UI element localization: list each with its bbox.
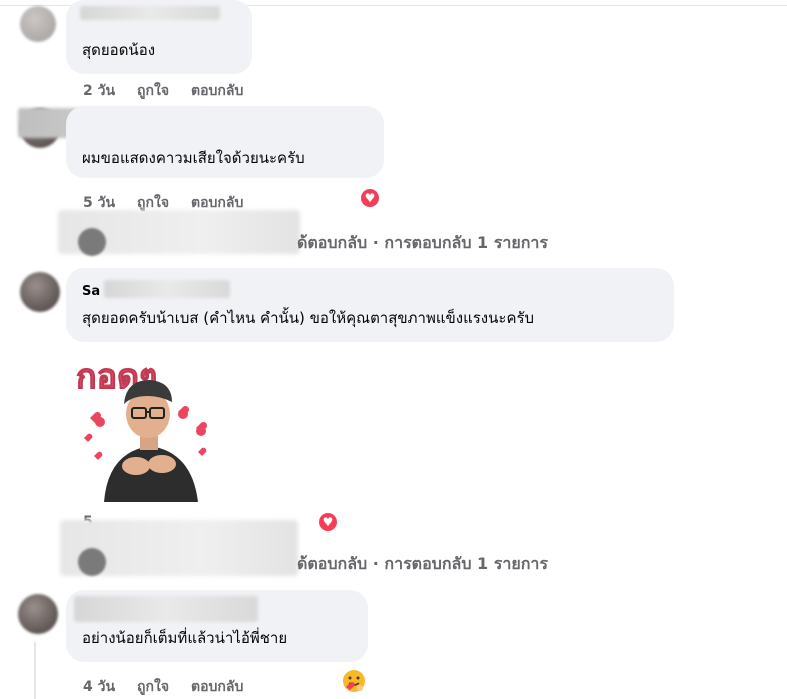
view-replies-link[interactable]: ด้ตอบกลับ · การตอบกลับ 1 รายการ (297, 552, 548, 577)
comment-bubble: ผมขอแสดงคาวมเสียใจด้วยนะครับ (66, 106, 384, 178)
reply-button[interactable]: ตอบกลับ (191, 679, 243, 695)
comment-text: สุดยอดครับน้าเบส (คำไหน คำนั้น) ขอให้คุณ… (82, 309, 535, 327)
author-name[interactable]: Sa (82, 284, 100, 299)
reply-avatar (78, 548, 106, 576)
view-replies-link[interactable]: ด้ตอบกลับ · การตอบกลับ 1 รายการ (297, 231, 548, 256)
hug-emoji-icon[interactable] (342, 669, 366, 693)
avatar[interactable] (18, 594, 58, 634)
comment-text: สุดยอดน้อง (82, 41, 156, 59)
avatar[interactable] (20, 6, 56, 42)
like-button[interactable]: ถูกใจ (137, 195, 169, 211)
comment-time[interactable]: 2 วัน (83, 83, 115, 99)
thread-line (34, 642, 36, 699)
reply-button[interactable]: ตอบกลับ (191, 195, 243, 211)
author-name-blurred[interactable] (80, 6, 220, 20)
author-name-blurred[interactable] (104, 280, 230, 298)
reaction-heart-icon[interactable]: ♥ (317, 511, 339, 533)
author-name-blurred[interactable] (74, 596, 258, 622)
comment-actions: 4 วัน ถูกใจ ตอบกลับ (83, 676, 265, 698)
like-button[interactable]: ถูกใจ (137, 83, 169, 99)
sticker-image[interactable]: กอดๆ (70, 352, 230, 508)
comment-bubble: Sa สุดยอดครับน้าเบส (คำไหน คำนั้น) ขอให้… (66, 268, 674, 342)
comment-text: อย่างน้อยก็เต็มที่แล้วน่าไอ้พี่ชาย (82, 629, 288, 647)
comment-bubble: อย่างน้อยก็เต็มที่แล้วน่าไอ้พี่ชาย (66, 590, 368, 662)
reply-button[interactable]: ตอบกลับ (191, 83, 243, 99)
reply-avatar (78, 228, 106, 256)
comment-time[interactable]: 4 วัน (83, 679, 115, 695)
comment-bubble: สุดยอดน้อง (66, 0, 252, 74)
like-button[interactable]: ถูกใจ (137, 679, 169, 695)
comment-actions: 2 วัน ถูกใจ ตอบกลับ (83, 80, 265, 102)
comment-time[interactable]: 5 วัน (83, 195, 115, 211)
avatar[interactable] (20, 272, 60, 312)
reaction-heart-icon[interactable]: ♥ (359, 187, 381, 209)
comment-text: ผมขอแสดงคาวมเสียใจด้วยนะครับ (82, 149, 305, 167)
